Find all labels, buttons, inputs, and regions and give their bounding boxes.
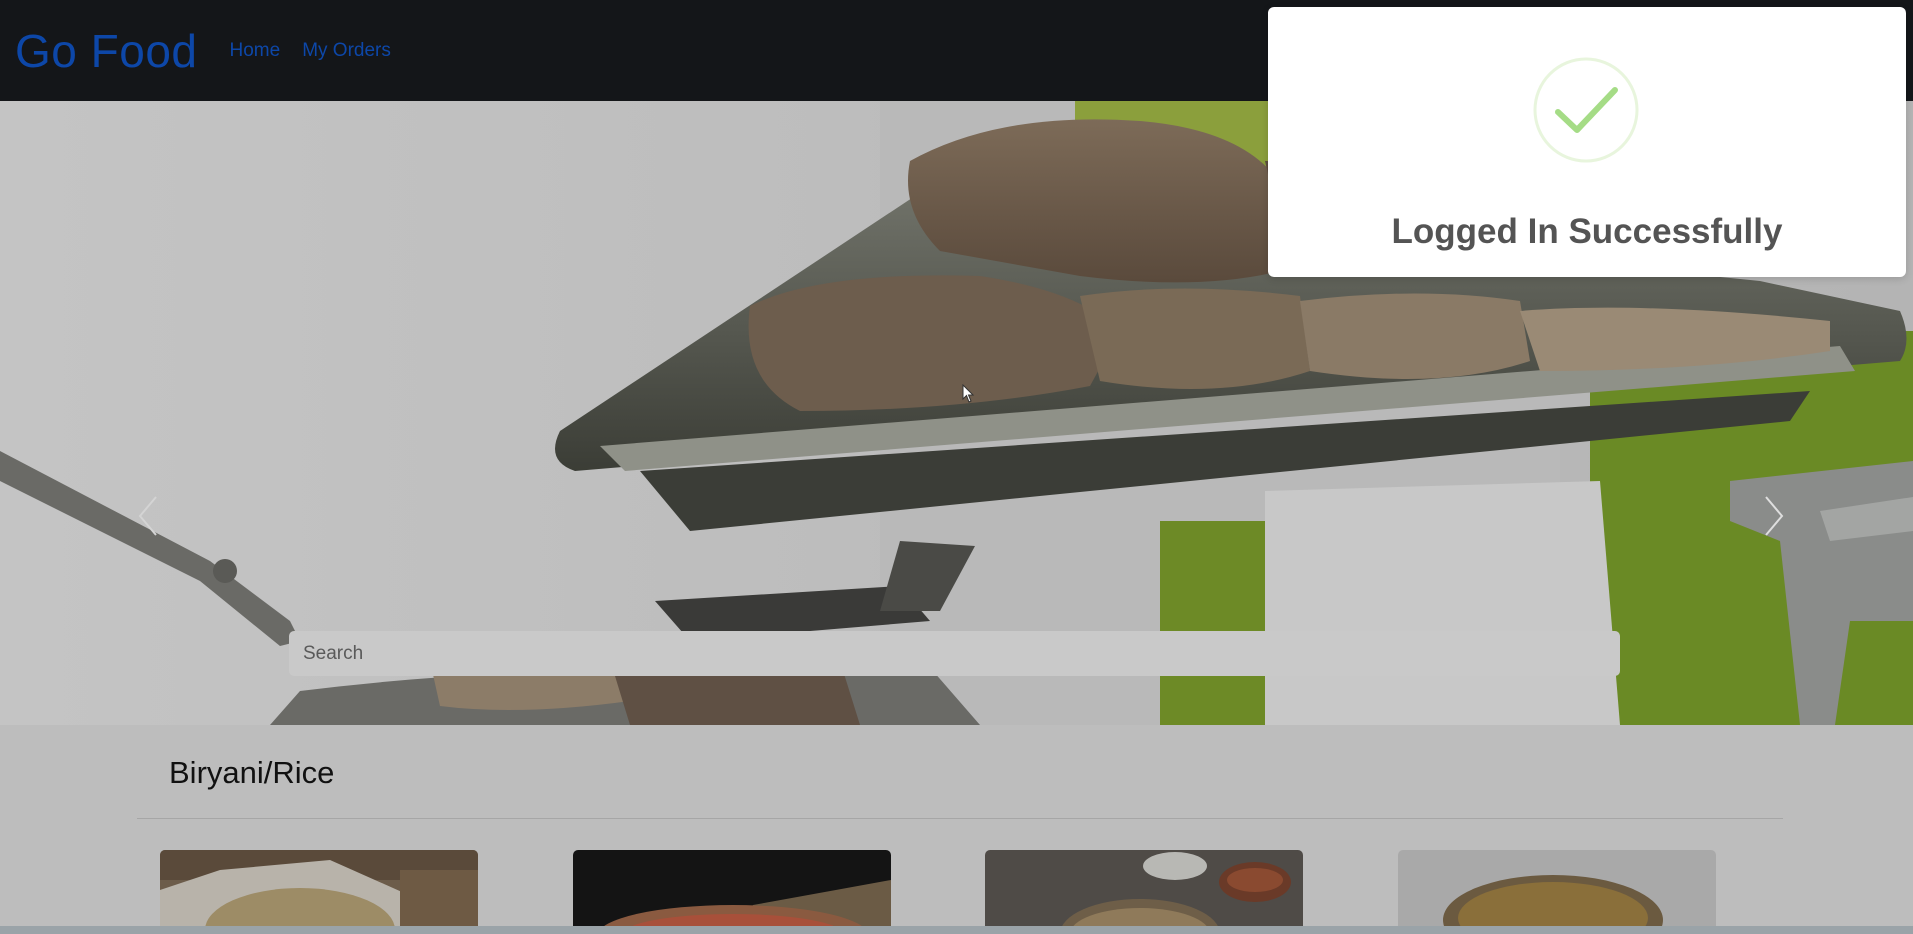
nav-link-home[interactable]: Home: [230, 40, 281, 62]
food-card[interactable]: [573, 850, 891, 934]
food-card-image: [985, 850, 1303, 934]
alert-title: Logged In Successfully: [1391, 212, 1783, 251]
category-title: Biryani/Rice: [169, 755, 335, 790]
food-card-image: [160, 850, 478, 934]
food-card[interactable]: [1398, 850, 1716, 934]
carousel-next-icon[interactable]: [1754, 491, 1794, 541]
carousel-prev-icon[interactable]: [128, 491, 168, 541]
category-divider: [137, 818, 1783, 819]
mouse-cursor-icon: [962, 384, 975, 403]
nav-link-my-orders[interactable]: My Orders: [302, 40, 391, 62]
page: Go Food Home My Orders Search Biryani/Ri…: [0, 0, 1913, 934]
food-card[interactable]: [160, 850, 478, 934]
bottom-bar: [0, 926, 1913, 934]
food-card-image: [573, 850, 891, 934]
category-section: Biryani/Rice: [0, 725, 1913, 934]
search-input[interactable]: [289, 631, 1620, 676]
success-alert: Logged In Successfully: [1268, 7, 1906, 277]
brand-logo[interactable]: Go Food: [15, 24, 198, 78]
food-card[interactable]: [985, 850, 1303, 934]
check-icon: [1533, 57, 1639, 163]
food-card-image: [1398, 850, 1716, 934]
